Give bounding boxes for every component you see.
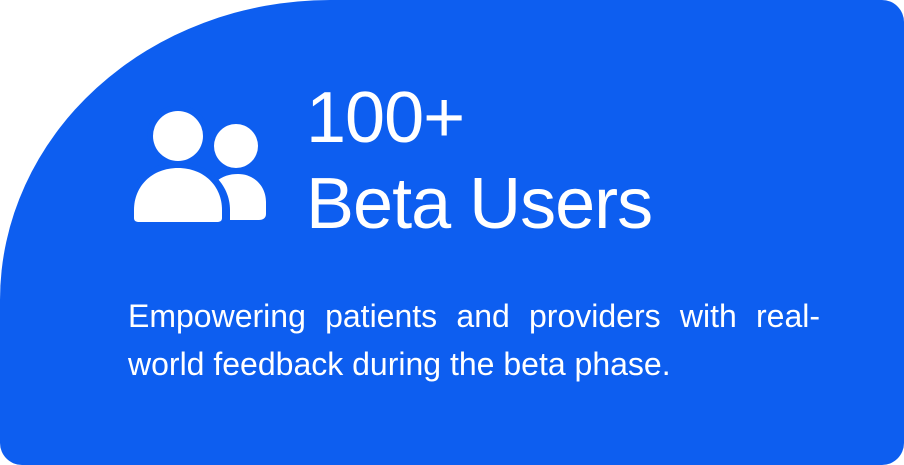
users-icon: [132, 106, 266, 224]
card-description: Empowering patients and providers with r…: [128, 298, 820, 382]
beta-users-card: 100+ Beta Users Empowering patients and …: [0, 0, 904, 465]
stat-value: 100+: [306, 78, 465, 158]
stat-label: Beta Users: [306, 164, 653, 244]
